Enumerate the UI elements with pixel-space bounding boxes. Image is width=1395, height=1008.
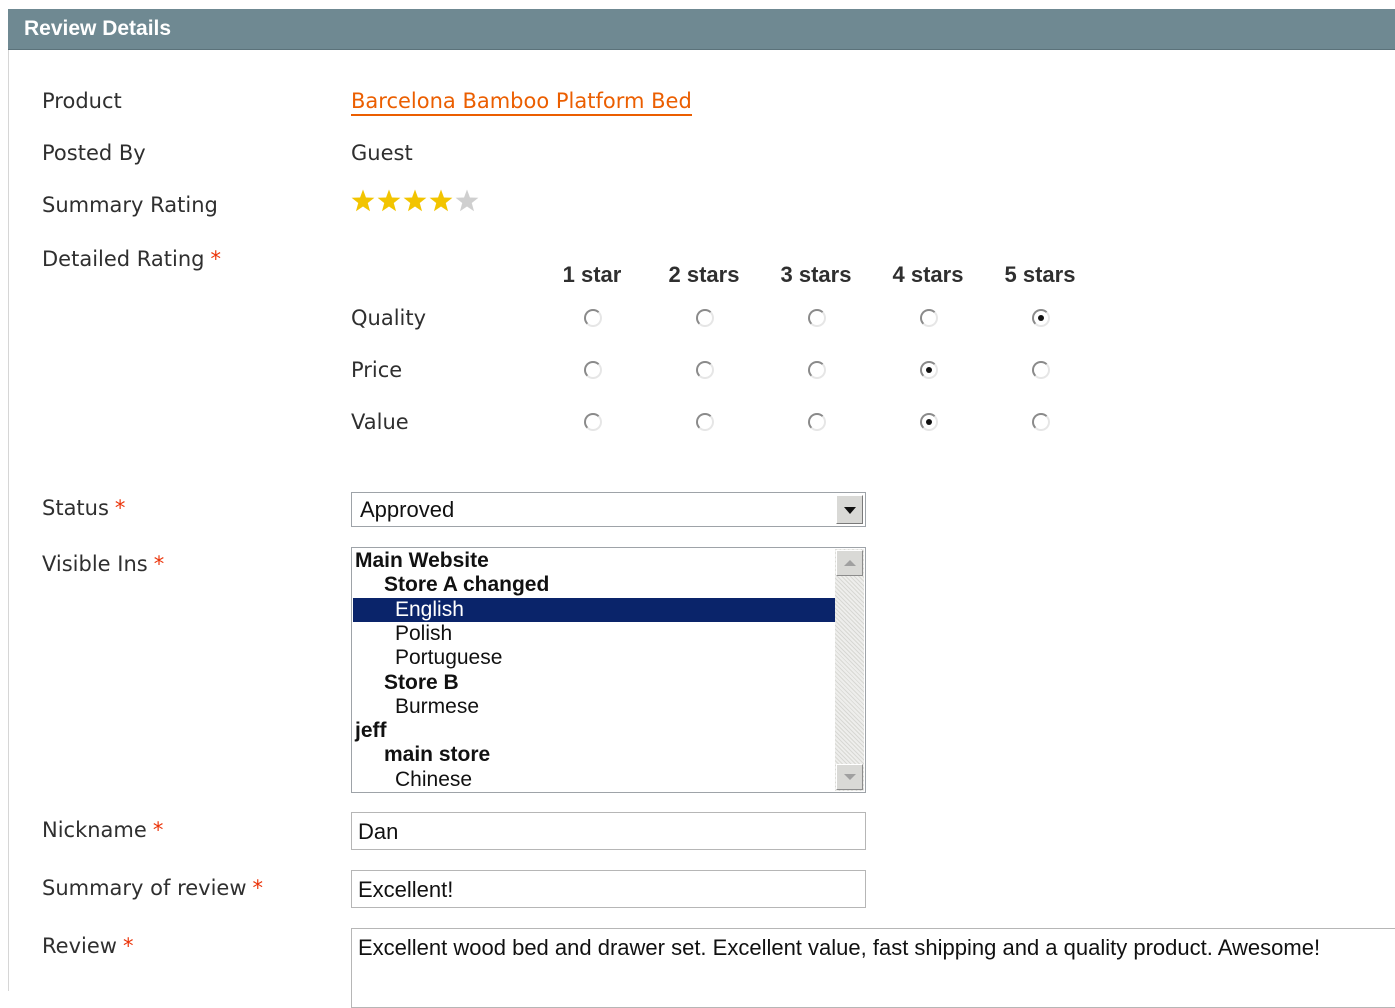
required-marker: * — [114, 496, 126, 520]
rating-row-quality-label: Quality — [351, 306, 427, 330]
rating-radio-quality-3[interactable] — [808, 309, 826, 327]
review-label: Review * — [42, 934, 134, 958]
rating-radio-quality-4[interactable] — [920, 309, 938, 327]
rating-radio-price-1[interactable] — [584, 361, 602, 379]
rating-radio-value-3[interactable] — [808, 413, 826, 431]
listbox-option[interactable]: Burmese — [353, 695, 836, 719]
visible-in-listbox[interactable]: Main Website Store A changed English Polish… — [351, 547, 866, 793]
listbox-group-label: main store — [384, 743, 491, 767]
star-empty-icon — [455, 189, 479, 212]
star-filled-icon — [403, 189, 427, 212]
status-label: Status * — [42, 496, 126, 520]
listbox-scrollbar[interactable] — [835, 549, 864, 791]
star-filled-icon — [377, 189, 401, 212]
scroll-down-arrow-icon[interactable] — [836, 764, 863, 790]
summary-of-review-label: Summary of review * — [42, 876, 264, 900]
listbox-group-label: Store A changed — [384, 573, 550, 597]
summary-rating-label: Summary Rating — [42, 193, 218, 217]
product-label: Product — [42, 89, 122, 113]
rating-column-4-stars: 4 stars — [892, 262, 964, 287]
panel-title: Review Details — [24, 17, 172, 40]
rating-radio-price-4[interactable] — [920, 361, 938, 379]
panel-header: Review Details — [8, 9, 1395, 50]
visible-in-label: Visible Ins * — [42, 552, 165, 576]
posted-by-label: Posted By — [42, 141, 146, 165]
status-select[interactable]: Approved — [351, 492, 866, 527]
rating-radio-price-3[interactable] — [808, 361, 826, 379]
listbox-option[interactable]: Portuguese — [353, 646, 836, 670]
detailed-rating-label: Detailed Rating * — [42, 247, 221, 271]
status-selected-value: Approved — [360, 497, 455, 522]
listbox-group-label: Store B — [384, 670, 459, 694]
star-filled-icon — [351, 189, 375, 212]
star-rating-icon — [351, 189, 479, 212]
rating-radio-value-4[interactable] — [920, 413, 938, 431]
rating-radio-price-5[interactable] — [1032, 361, 1050, 379]
summary-rating-stars — [350, 188, 490, 214]
nickname-label: Nickname * — [42, 818, 164, 842]
posted-by-value: Guest — [351, 141, 413, 165]
listbox-option[interactable]: English — [353, 597, 836, 622]
rating-radio-value-1[interactable] — [584, 413, 602, 431]
rating-row-value-label: Value — [351, 410, 409, 434]
listbox-group-label: jeff — [355, 719, 387, 743]
rating-column-1-star: 1 star — [562, 262, 622, 287]
rating-column-2-stars: 2 stars — [668, 262, 740, 287]
required-marker: * — [152, 818, 164, 842]
scroll-up-arrow-icon[interactable] — [836, 550, 863, 576]
required-marker: * — [122, 934, 134, 958]
product-link[interactable]: Barcelona Bamboo Platform Bed — [351, 89, 692, 116]
listbox-option[interactable]: Chinese — [353, 768, 836, 792]
required-marker: * — [153, 552, 165, 576]
review-textarea[interactable]: Excellent wood bed and drawer set. Excel… — [351, 928, 1395, 1008]
nickname-field[interactable]: Dan — [351, 812, 866, 850]
rating-radio-value-2[interactable] — [696, 413, 714, 431]
required-marker: * — [252, 876, 264, 900]
rating-radio-quality-1[interactable] — [584, 309, 602, 327]
summary-of-review-field[interactable]: Excellent! — [351, 870, 866, 908]
star-filled-icon — [429, 189, 453, 212]
rating-row-price-label: Price — [351, 358, 403, 382]
required-marker: * — [210, 247, 222, 271]
chevron-down-icon[interactable] — [836, 495, 863, 524]
rating-radio-price-2[interactable] — [696, 361, 714, 379]
rating-column-3-stars: 3 stars — [780, 262, 852, 287]
product-value: Barcelona Bamboo Platform Bed — [351, 89, 692, 116]
rating-radio-quality-2[interactable] — [696, 309, 714, 327]
listbox-group-label: Main Website — [355, 549, 489, 572]
rating-column-5-stars: 5 stars — [1004, 262, 1076, 287]
listbox-option[interactable]: Polish — [353, 622, 836, 646]
rating-radio-value-5[interactable] — [1032, 413, 1050, 431]
rating-radio-quality-5[interactable] — [1032, 309, 1050, 327]
